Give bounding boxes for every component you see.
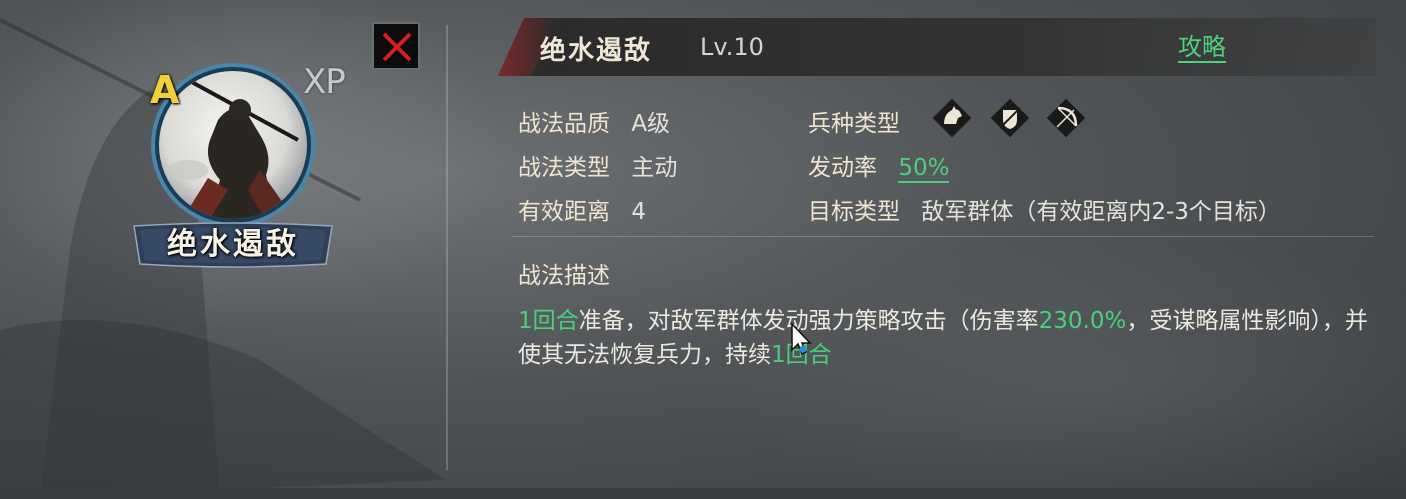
description-title: 战法描述 (518, 263, 610, 289)
range-value: 4 (631, 199, 646, 225)
range-row: 有效距离 4 (518, 192, 646, 226)
trigger-rate-row: 发动率 50% (808, 148, 950, 183)
mouse-cursor (791, 322, 812, 356)
bow-archer-icon[interactable] (1044, 96, 1088, 140)
target-type-value: 敌军群体（有效距离内2-3个目标） (921, 199, 1281, 225)
skill-type-row: 战法类型 主动 (518, 148, 677, 182)
troop-type-row: 兵种类型 (808, 104, 900, 138)
close-button[interactable] (372, 22, 420, 70)
skill-name: 绝水遏敌 (540, 36, 653, 66)
bottom-strip (0, 488, 1406, 499)
quality-value: A级 (631, 111, 671, 137)
skill-level: Lv.10 (700, 33, 764, 61)
xp-label: XP (303, 62, 346, 102)
shield-infantry-icon[interactable] (988, 96, 1032, 140)
prep-rounds: 1回合 (518, 308, 579, 334)
skill-type-label: 战法类型 (518, 155, 610, 181)
close-icon (382, 32, 412, 62)
cavalry-icon[interactable] (930, 96, 974, 140)
troop-type-label: 兵种类型 (808, 111, 900, 137)
skill-type-value: 主动 (631, 155, 678, 181)
quality-label: 战法品质 (518, 111, 610, 137)
trigger-rate-label: 发动率 (808, 155, 877, 181)
trigger-rate-value: 50% (898, 155, 950, 183)
quality-row: 战法品质 A级 (518, 104, 670, 138)
skill-description: 1回合准备，对敌军群体发动强力策略攻击（伤害率230.0%，受谋略属性影响），并… (518, 304, 1376, 372)
guide-link[interactable]: 攻略 (1178, 34, 1226, 63)
target-type-row: 目标类型 敌军群体（有效距离内2-3个目标） (808, 192, 1281, 226)
hero-panel: A XP 绝水遏敌 (0, 0, 446, 499)
panel-divider (446, 25, 448, 470)
hero-skill-name: 绝水遏敌 (167, 227, 299, 262)
grade-badge: A (150, 68, 180, 112)
range-label: 有效距离 (518, 199, 610, 225)
target-type-label: 目标类型 (808, 199, 900, 225)
section-divider (512, 236, 1374, 237)
damage-rate: 230.0% (1038, 308, 1127, 334)
